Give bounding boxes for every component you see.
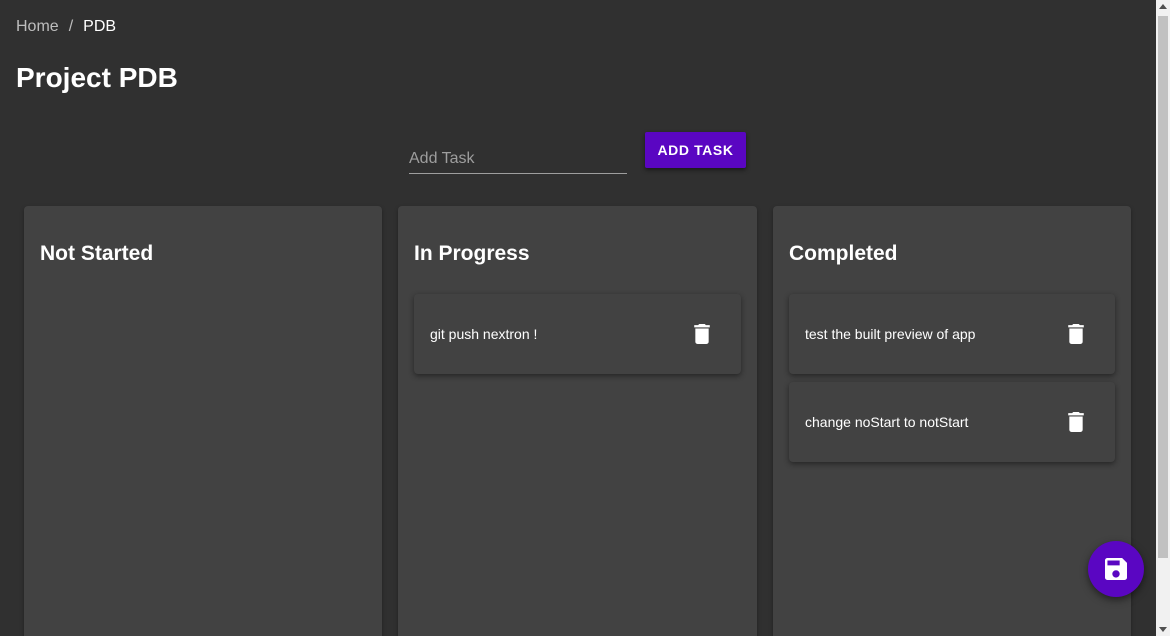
scroll-up-arrow-icon[interactable] bbox=[1159, 4, 1167, 9]
column-completed: Completed test the built preview of app … bbox=[773, 206, 1131, 636]
column-title: Completed bbox=[789, 242, 898, 265]
task-text: change noStart to notStart bbox=[805, 414, 969, 430]
add-task-button[interactable]: ADD TASK bbox=[645, 132, 746, 168]
column-title: In Progress bbox=[414, 242, 530, 265]
task-card[interactable]: change noStart to notStart bbox=[789, 382, 1115, 462]
scrollbar-thumb[interactable] bbox=[1158, 16, 1168, 558]
task-text: test the built preview of app bbox=[805, 326, 976, 342]
scroll-down-arrow-icon[interactable] bbox=[1159, 627, 1167, 632]
page-scrollbar[interactable] bbox=[1156, 0, 1170, 636]
trash-icon[interactable] bbox=[1067, 324, 1085, 344]
column-not-started: Not Started bbox=[24, 206, 382, 636]
breadcrumb-home-link[interactable]: Home bbox=[16, 18, 59, 36]
add-task-input[interactable] bbox=[409, 141, 627, 173]
task-card[interactable]: test the built preview of app bbox=[789, 294, 1115, 374]
breadcrumb-current: PDB bbox=[83, 18, 117, 35]
save-icon bbox=[1105, 558, 1127, 580]
breadcrumb: Home / PDB bbox=[16, 18, 116, 36]
column-in-progress: In Progress git push nextron ! bbox=[398, 206, 757, 636]
column-title: Not Started bbox=[40, 242, 154, 265]
task-text: git push nextron ! bbox=[430, 326, 538, 342]
breadcrumb-separator: / bbox=[68, 18, 74, 35]
page-title: Project PDB bbox=[16, 62, 178, 93]
task-card[interactable]: git push nextron ! bbox=[414, 294, 741, 374]
save-fab-button[interactable] bbox=[1088, 541, 1144, 597]
add-task-field bbox=[409, 141, 627, 174]
trash-icon[interactable] bbox=[1067, 412, 1085, 432]
trash-icon[interactable] bbox=[693, 324, 711, 344]
